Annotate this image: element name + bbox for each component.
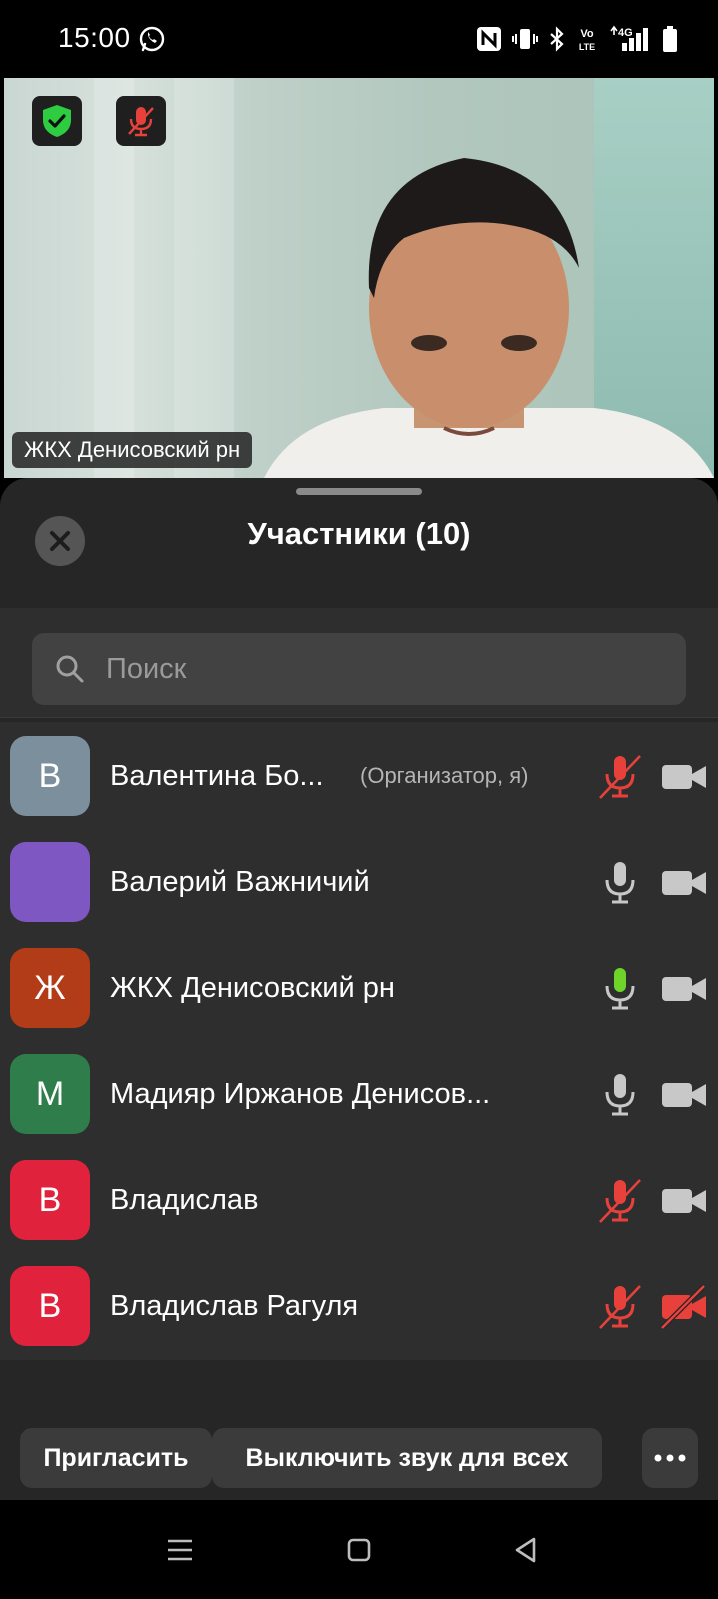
status-icons: Vo LTE 4G	[476, 24, 678, 54]
participant-row[interactable]: B Владислав	[0, 1146, 718, 1254]
screen: 15:00 Vo LTE 4G ЖКХ Денисовский рн Участ…	[0, 0, 718, 1599]
participant-name: ЖКХ Денисовский рн	[110, 972, 395, 1004]
mic-status-badge	[116, 96, 166, 146]
back-triangle-icon	[515, 1537, 536, 1563]
whatsapp-icon	[139, 26, 165, 52]
home-button[interactable]	[339, 1530, 379, 1570]
participant-name: Мадияр Иржанов Денисов...	[110, 1078, 491, 1110]
status-time: 15:00	[58, 22, 131, 53]
video-camera-icon[interactable]	[660, 1178, 708, 1224]
participant-row[interactable]: M Мадияр Иржанов Денисов...	[0, 1040, 718, 1148]
mic-icon[interactable]	[596, 858, 644, 908]
mic-muted-icon[interactable]	[596, 1176, 644, 1226]
participants-list: B Валентина Бо... (Организатор, я) Валер…	[0, 722, 718, 1360]
avatar: Ж	[10, 948, 90, 1028]
video-camera-icon[interactable]	[660, 966, 708, 1012]
participant-row[interactable]: Валерий Важничий	[0, 828, 718, 936]
participant-name: Валентина Бо...	[110, 760, 324, 792]
avatar: M	[10, 1054, 90, 1134]
video-camera-icon[interactable]	[660, 754, 708, 800]
video-participant-name: ЖКХ Денисовский рн	[12, 432, 253, 468]
participant-row[interactable]: Ж ЖКХ Денисовский рн	[0, 934, 718, 1042]
sheet-drag-handle[interactable]	[296, 488, 422, 495]
search-box[interactable]	[32, 633, 686, 705]
more-options-button[interactable]	[642, 1428, 698, 1488]
video-camera-icon[interactable]	[660, 1072, 708, 1118]
security-badge[interactable]	[32, 96, 82, 146]
avatar	[10, 842, 90, 922]
mic-speaking-icon[interactable]	[596, 964, 644, 1014]
system-navigation-bar	[0, 1500, 718, 1599]
battery-icon	[663, 26, 677, 52]
participant-row[interactable]: B Владислав Рагуля	[0, 1252, 718, 1360]
invite-button[interactable]: Пригласить	[20, 1428, 212, 1488]
avatar: B	[10, 736, 90, 816]
bluetooth-icon	[550, 26, 564, 52]
menu-icon	[168, 1539, 192, 1561]
svg-text:4G: 4G	[618, 27, 633, 39]
shield-check-icon	[43, 105, 71, 137]
mic-muted-icon	[128, 107, 154, 137]
participant-name: Валерий Важничий	[110, 866, 370, 898]
active-speaker-video[interactable]: ЖКХ Денисовский рн	[4, 78, 714, 478]
search-input[interactable]	[106, 633, 666, 705]
home-square-icon	[347, 1538, 371, 1562]
participant-row[interactable]: B Валентина Бо... (Организатор, я)	[0, 722, 718, 830]
search-icon	[56, 655, 84, 683]
volte-icon: Vo LTE	[579, 28, 595, 52]
more-icon	[654, 1454, 686, 1462]
video-camera-icon[interactable]	[660, 860, 708, 906]
video-camera-off-icon[interactable]	[660, 1284, 708, 1330]
status-bar: 15:00 Vo LTE 4G	[0, 0, 718, 78]
signal-icon: 4G	[610, 25, 648, 51]
participant-name: Владислав	[110, 1184, 259, 1216]
svg-text:Vo: Vo	[580, 28, 594, 40]
back-button[interactable]	[506, 1530, 546, 1570]
recent-apps-button[interactable]	[160, 1530, 200, 1570]
participant-role: (Организатор, я)	[360, 763, 529, 788]
mute-all-button[interactable]: Выключить звук для всех	[212, 1428, 602, 1488]
background-curtain	[174, 78, 234, 478]
participants-sheet: Участники (10) B Валентина Бо... (Органи…	[0, 478, 718, 1500]
participant-video-person	[264, 158, 714, 478]
svg-text:LTE: LTE	[579, 42, 595, 52]
nfc-icon	[477, 27, 501, 51]
vibrate-icon	[512, 29, 538, 49]
mic-icon[interactable]	[596, 1070, 644, 1120]
participant-name: Владислав Рагуля	[110, 1290, 359, 1322]
avatar: B	[10, 1266, 90, 1346]
search-section	[0, 608, 718, 718]
mic-muted-icon[interactable]	[596, 752, 644, 802]
avatar: B	[10, 1160, 90, 1240]
mic-muted-icon[interactable]	[596, 1282, 644, 1332]
sheet-title: Участники (10)	[247, 516, 471, 551]
